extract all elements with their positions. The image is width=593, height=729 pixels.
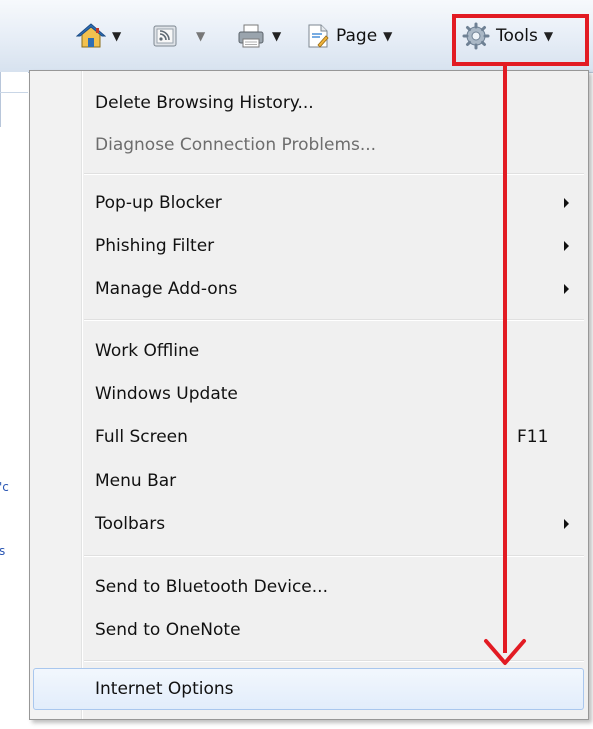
print-icon [238, 24, 264, 48]
menu-separator [84, 173, 584, 175]
menu-item-label: Windows Update [95, 384, 238, 404]
menu-item-label: Diagnose Connection Problems... [95, 135, 377, 155]
page-label: Page [336, 26, 378, 46]
menu-item-label: Internet Options [95, 679, 234, 699]
submenu-arrow-icon [564, 241, 569, 251]
command-bar: ▼ ▼ ▼ Page ▼ Tools ▼ [0, 0, 593, 73]
menu-item-label: Pop-up Blocker [95, 193, 222, 213]
menu-item-label: Delete Browsing History... [95, 93, 314, 113]
print-button[interactable]: ▼ [236, 20, 281, 52]
feeds-icon [153, 25, 177, 47]
menu-item-label: Work Offline [95, 341, 200, 361]
page-button[interactable]: Page ▼ [306, 20, 392, 52]
page-text-fragment: 'c [0, 480, 9, 494]
menu-separator [84, 555, 584, 557]
divider [0, 92, 28, 93]
annotation-arrow-line [503, 66, 507, 653]
menu-item-label: Manage Add-ons [95, 279, 238, 299]
home-icon [76, 23, 106, 48]
shortcut-label: F11 [517, 427, 549, 447]
menu-item-label: Phishing Filter [95, 236, 215, 256]
menu-item-label: Send to Bluetooth Device... [95, 577, 328, 597]
menu-item-label: Menu Bar [95, 471, 177, 491]
chevron-down-icon[interactable]: ▼ [272, 29, 281, 43]
menu-item-label: Send to OneNote [95, 620, 241, 640]
submenu-arrow-icon [564, 284, 569, 294]
underlying-page: 'c s [0, 72, 28, 729]
feeds-button[interactable]: ▼ [152, 20, 205, 52]
submenu-arrow-icon [564, 198, 569, 208]
home-button[interactable]: ▼ [76, 20, 121, 52]
annotation-arrow-head-icon [484, 639, 526, 665]
menu-item-label: Full Screen [95, 427, 188, 447]
menu-item-internet-options[interactable]: Internet Options [33, 668, 584, 710]
tools-highlight-box [452, 14, 589, 66]
menu-item-label: Toolbars [95, 514, 166, 534]
submenu-arrow-icon [564, 519, 569, 529]
page-text-fragment: s [0, 544, 6, 558]
menu-separator [84, 319, 584, 321]
page-icon [308, 24, 329, 48]
divider [0, 72, 1, 127]
chevron-down-icon[interactable]: ▼ [112, 29, 121, 43]
chevron-down-icon[interactable]: ▼ [196, 29, 205, 43]
chevron-down-icon[interactable]: ▼ [383, 29, 392, 43]
